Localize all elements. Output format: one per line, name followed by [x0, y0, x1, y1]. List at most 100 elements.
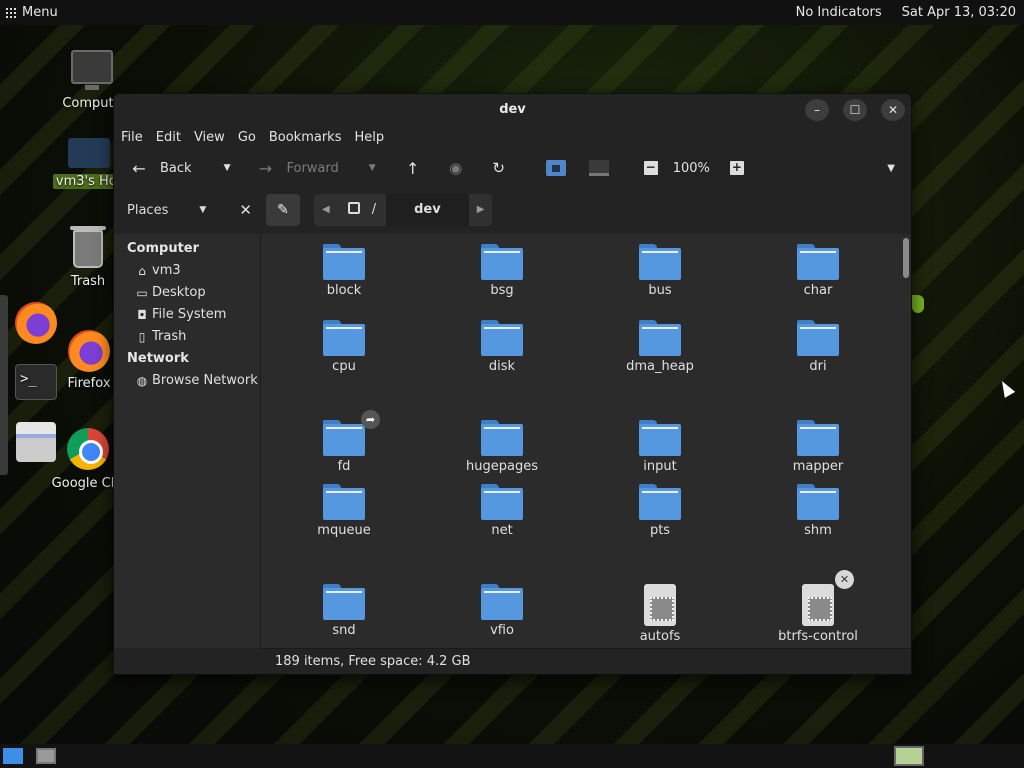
desktop-icon-label: Firefox — [67, 376, 111, 391]
folder-icon — [797, 244, 839, 280]
sidebar-item-label: File System — [152, 307, 227, 322]
sidebar-item-label: Trash — [152, 329, 187, 344]
desktop-icon-firefox[interactable]: Firefox — [64, 330, 114, 391]
folder-icon — [639, 244, 681, 280]
show-desktop-button[interactable] — [3, 748, 23, 764]
file-item[interactable]: dri — [739, 320, 897, 408]
dock-terminal[interactable]: >_ — [14, 364, 58, 404]
home-folder-icon — [68, 138, 110, 168]
maximize-button[interactable]: ☐ — [843, 99, 867, 121]
file-manager-window: dev – ☐ ✕ File Edit View Go Bookmarks He… — [113, 93, 912, 675]
pencil-icon: ✎ — [277, 202, 289, 218]
zoom-in-button[interactable]: + — [729, 161, 744, 175]
file-item[interactable]: mapper — [739, 408, 897, 484]
file-item[interactable]: autofs — [581, 572, 739, 648]
breadcrumb-right-button[interactable]: ▶ — [469, 194, 493, 226]
file-item[interactable]: char — [739, 244, 897, 320]
indicators-applet[interactable]: No Indicators — [796, 5, 882, 20]
home-view-button[interactable] — [545, 160, 566, 176]
breadcrumb-root[interactable]: / — [338, 194, 386, 226]
toggle-location-entry-button[interactable]: ✎ — [266, 194, 300, 226]
minimize-button[interactable]: – — [805, 99, 829, 121]
menu-edit[interactable]: Edit — [156, 130, 181, 145]
file-item[interactable]: ✕ btrfs-control — [739, 570, 897, 648]
workspace-switcher[interactable] — [894, 746, 924, 766]
file-item[interactable]: bsg — [423, 244, 581, 320]
file-view[interactable]: block bsg bus char cpu disk dma_heap dri ➦ fd huge… — [261, 234, 911, 650]
arrow-up-icon: ↑ — [405, 158, 420, 178]
file-item-label: mqueue — [317, 523, 371, 538]
back-button[interactable]: ← Back ▼ — [130, 159, 230, 178]
file-item[interactable]: block — [265, 244, 423, 320]
file-item[interactable]: cpu — [265, 320, 423, 408]
file-item[interactable]: hugepages — [423, 408, 581, 484]
sidebar-item-label: Desktop — [152, 285, 206, 300]
close-button[interactable]: ✕ — [881, 99, 905, 121]
file-item[interactable]: snd — [265, 572, 423, 648]
menu-grid-icon — [6, 7, 16, 18]
terminal-icon: >_ — [15, 364, 57, 400]
menu-go[interactable]: Go — [238, 130, 256, 145]
chrome-icon — [67, 428, 109, 470]
titlebar[interactable]: dev – ☐ ✕ — [114, 94, 911, 125]
toolbar-overflow-button[interactable]: ▼ — [887, 163, 895, 174]
chevron-down-icon: ▼ — [199, 205, 207, 215]
drive-icon — [347, 202, 360, 214]
file-item-label: vfio — [490, 623, 514, 638]
reload-icon: ↻ — [492, 159, 505, 177]
sidebar-item-file-system[interactable]: ◘ File System — [114, 304, 260, 326]
file-item[interactable]: mqueue — [265, 484, 423, 572]
status-bar: 189 items, Free space: 4.2 GB — [261, 648, 911, 674]
desktop-icon-trash[interactable]: Trash — [63, 226, 113, 289]
file-item[interactable]: disk — [423, 320, 581, 408]
sidebar-selector[interactable]: Places ▼ ✕ — [114, 201, 260, 219]
menu-button[interactable]: Menu — [6, 5, 58, 20]
sidebar-item-vm3[interactable]: ⌂ vm3 — [114, 260, 260, 282]
file-grid: block bsg bus char cpu disk dma_heap dri ➦ fd huge… — [265, 244, 897, 648]
file-item[interactable]: net — [423, 484, 581, 572]
file-item[interactable]: input — [581, 408, 739, 484]
up-button[interactable]: ↑ — [404, 159, 422, 178]
menu-file[interactable]: File — [121, 130, 143, 145]
breadcrumb-left-button[interactable]: ◀ — [314, 194, 338, 226]
folder-icon — [323, 244, 365, 280]
file-item[interactable]: vfio — [423, 572, 581, 648]
trash-icon — [70, 226, 106, 268]
folder-icon — [481, 484, 523, 520]
menu-label: Menu — [22, 5, 58, 20]
taskbar-file-manager[interactable] — [36, 748, 56, 764]
file-item-label: dri — [809, 359, 827, 374]
sidebar-item-browse-network[interactable]: ◍ Browse Network — [114, 370, 260, 392]
zoom-out-button[interactable]: − — [643, 161, 658, 175]
file-item-label: snd — [332, 623, 356, 638]
file-item[interactable]: pts — [581, 484, 739, 572]
drive-icon: ◘ — [137, 308, 147, 322]
file-item[interactable]: ➦ fd — [265, 408, 423, 484]
folder-icon — [797, 484, 839, 520]
desktop-icon-label: Trash — [70, 274, 106, 289]
clock[interactable]: Sat Apr 13, 03:20 — [902, 5, 1016, 20]
file-item-label: dma_heap — [626, 359, 694, 374]
vertical-scrollbar[interactable] — [903, 238, 909, 278]
computer-view-button[interactable] — [588, 160, 609, 176]
sidebar-item-trash[interactable]: ▯ Trash — [114, 326, 260, 348]
file-item-label: bsg — [490, 283, 514, 298]
close-sidebar-icon[interactable]: ✕ — [239, 201, 252, 219]
reload-button[interactable]: ↻ — [490, 159, 508, 177]
back-history-dropdown[interactable]: ▼ — [224, 163, 231, 173]
menu-view[interactable]: View — [194, 130, 225, 145]
desktop-icon: ▭ — [136, 286, 148, 300]
menu-help[interactable]: Help — [354, 130, 384, 145]
stop-button[interactable]: ◉ — [447, 159, 465, 177]
file-item-label: btrfs-control — [778, 629, 858, 644]
menu-bookmarks[interactable]: Bookmarks — [269, 130, 342, 145]
file-item[interactable]: dma_heap — [581, 320, 739, 408]
forward-history-dropdown[interactable]: ▼ — [369, 163, 376, 173]
breadcrumb-current[interactable]: dev — [386, 194, 469, 226]
sidebar-item-desktop[interactable]: ▭ Desktop — [114, 282, 260, 304]
wallpaper-leaf — [912, 295, 924, 313]
forward-button[interactable]: → Forward ▼ — [256, 159, 376, 178]
dock-firefox[interactable] — [14, 302, 58, 348]
file-item[interactable]: shm — [739, 484, 897, 572]
file-item[interactable]: bus — [581, 244, 739, 320]
